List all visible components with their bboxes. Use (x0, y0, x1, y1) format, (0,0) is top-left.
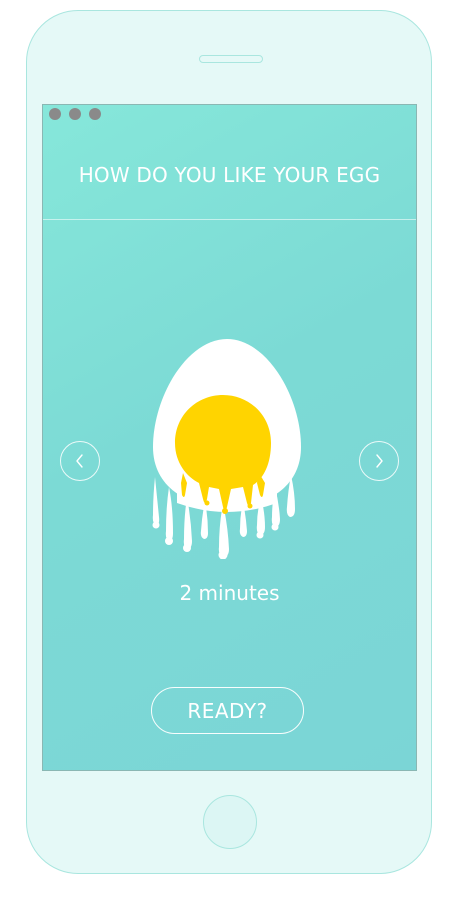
chevron-left-icon (76, 454, 83, 468)
cook-time-label: 2 minutes (179, 581, 280, 605)
window-dot-close[interactable] (49, 108, 61, 120)
egg-illustration (152, 339, 301, 559)
phone-speaker (199, 55, 263, 63)
chevron-right-icon (376, 454, 383, 468)
app-screen: HOW DO YOU LIKE YOUR EGG 2 minutes READY… (42, 104, 417, 771)
window-controls (49, 108, 101, 120)
previous-button[interactable] (60, 441, 100, 481)
home-button[interactable] (203, 795, 257, 849)
page-title: HOW DO YOU LIKE YOUR EGG (78, 163, 381, 187)
header-divider (43, 219, 416, 220)
ready-button[interactable]: READY? (151, 687, 304, 734)
window-dot-maximize[interactable] (89, 108, 101, 120)
next-button[interactable] (359, 441, 399, 481)
window-dot-minimize[interactable] (69, 108, 81, 120)
